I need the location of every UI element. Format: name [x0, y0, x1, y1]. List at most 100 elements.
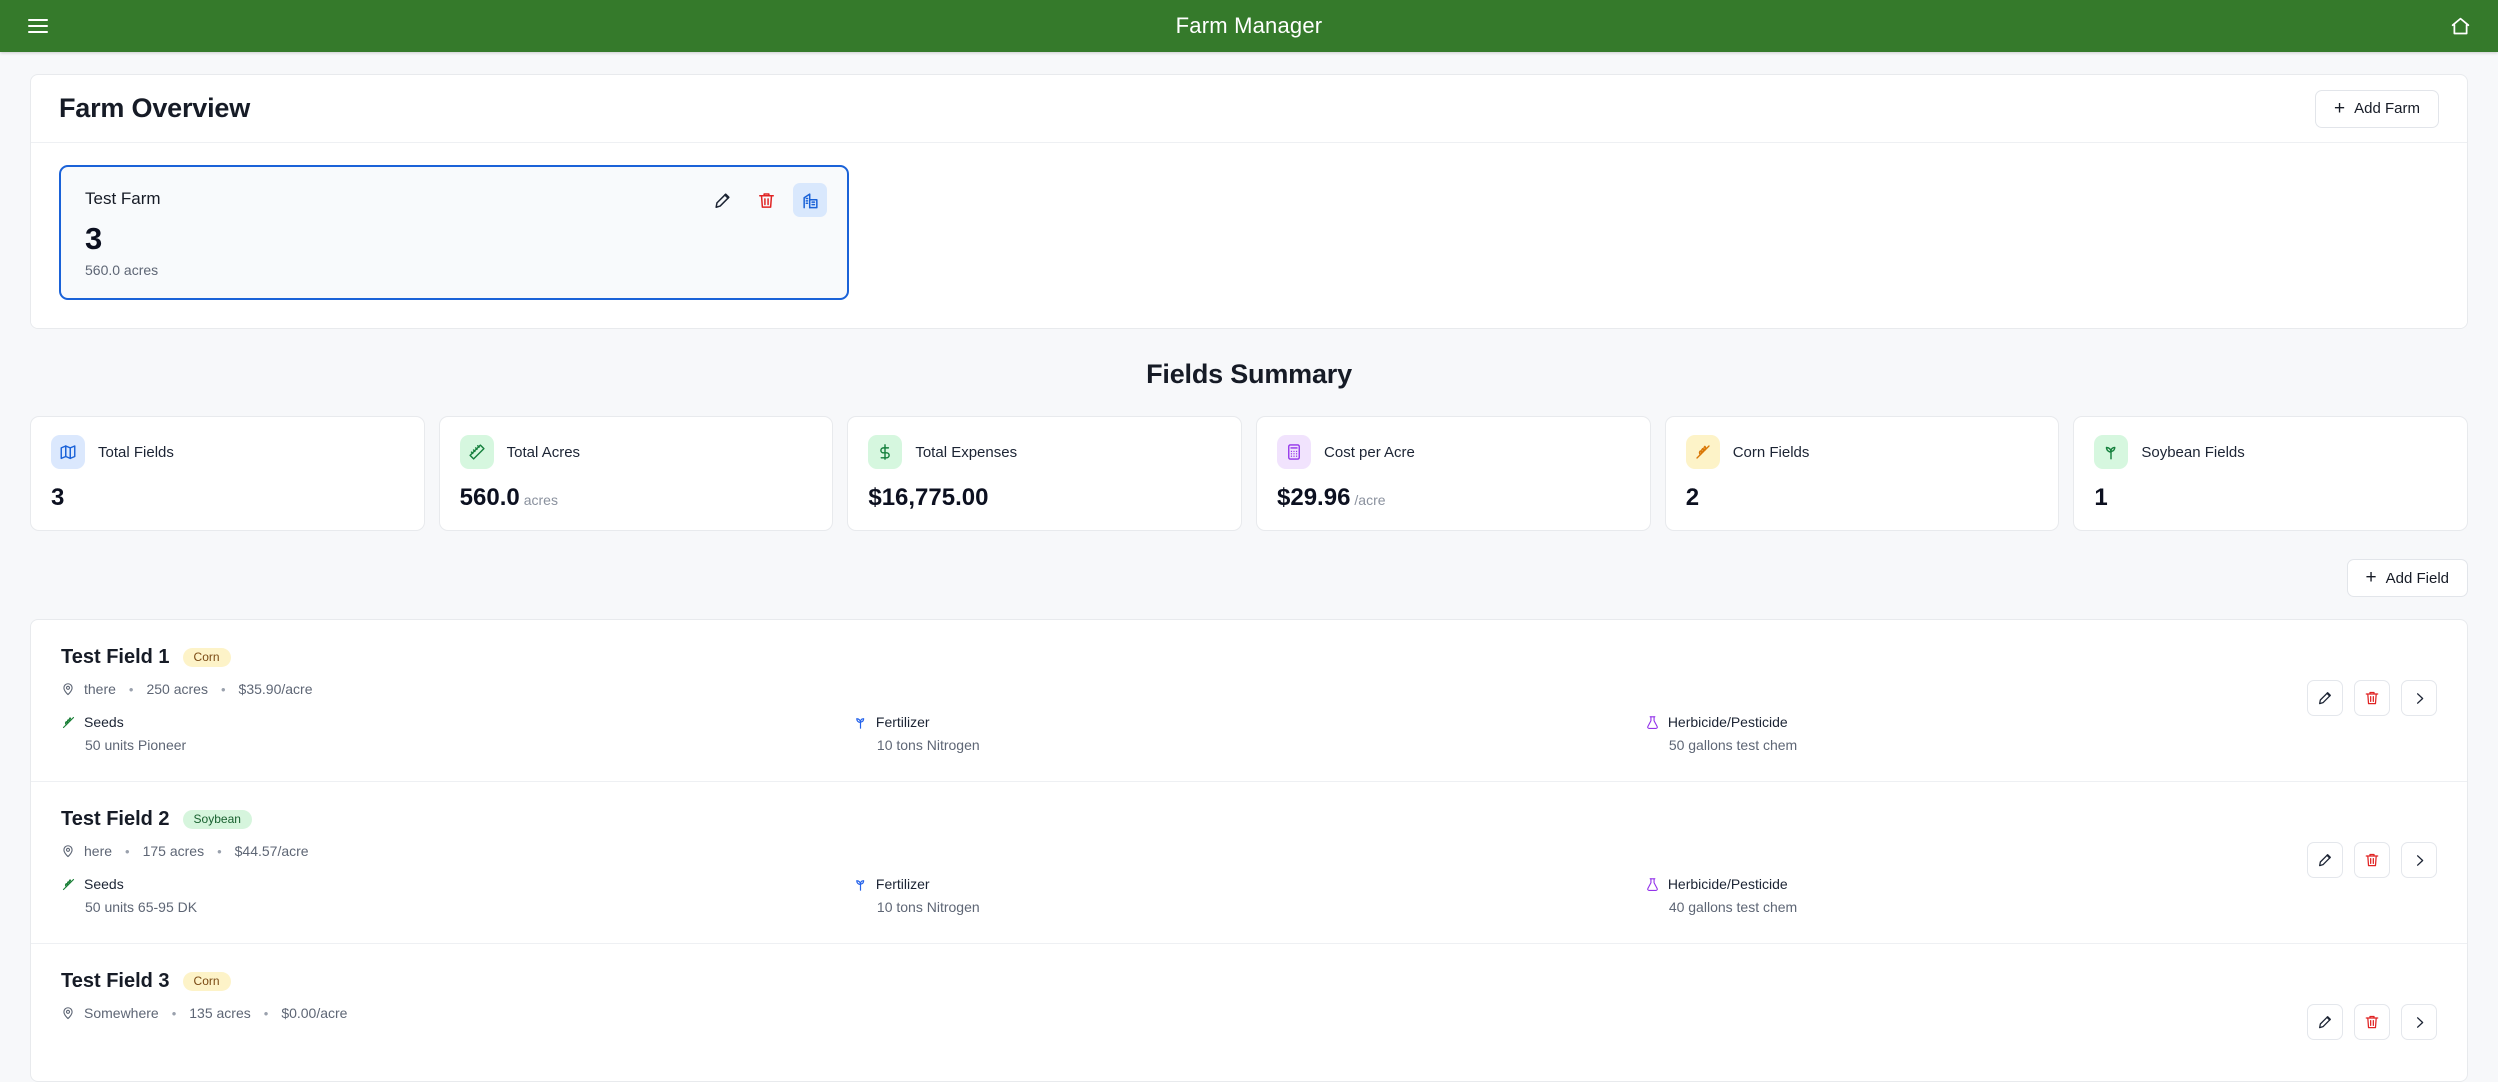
stat-unit: acres: [523, 492, 558, 508]
pencil-icon: [2317, 1014, 2333, 1030]
add-farm-label: Add Farm: [2354, 100, 2420, 117]
stats-row: Total Fields 3 Total Acres 560.0 acres T…: [30, 416, 2469, 532]
input-label: Herbicide/Pesticide: [1667, 876, 1788, 893]
wheat-icon: [1685, 435, 1720, 469]
map-icon: [51, 435, 85, 469]
input-fertilizer: Fertilizer 10 tons Nitrogen: [853, 876, 1645, 915]
delete-field-button[interactable]: [2354, 680, 2390, 717]
separator-dot: •: [128, 681, 134, 697]
input-value: 40 gallons test chem: [1668, 899, 1798, 916]
open-field-button[interactable]: [2401, 680, 2437, 717]
separator-dot: •: [171, 1005, 177, 1021]
flask-icon: [1645, 877, 1660, 892]
farm-list: Test Farm 3 560.0 acres: [31, 143, 2467, 328]
add-field-label: Add Field: [2385, 569, 2449, 587]
field-name: Test Field 1: [61, 646, 170, 669]
location-pin-icon: [61, 682, 75, 696]
pencil-icon: [713, 191, 732, 210]
hamburger-menu-button[interactable]: [18, 6, 58, 46]
trash-icon: [2364, 1014, 2380, 1030]
chevron-right-icon: [2412, 853, 2427, 868]
chevron-right-icon: [2412, 691, 2427, 706]
table-row[interactable]: Test Field 2 Soybean here • 175 acres • …: [31, 782, 2467, 945]
stat-value: 3: [51, 484, 65, 511]
fields-summary-title: Fields Summary: [1146, 359, 1352, 389]
input-label: Herbicide/Pesticide: [1667, 714, 1788, 731]
edit-field-button[interactable]: [2307, 842, 2343, 879]
field-acres: 175 acres: [142, 843, 205, 860]
app-title: Farm Manager: [1175, 13, 1323, 38]
farm-field-count: 3: [85, 221, 103, 256]
home-icon: [2450, 16, 2471, 37]
input-value: 10 tons Nitrogen: [876, 899, 980, 916]
stat-label: Soybean Fields: [2141, 443, 2245, 461]
edit-field-button[interactable]: [2307, 1004, 2343, 1041]
sprout-icon: [853, 877, 868, 892]
home-button[interactable]: [2440, 6, 2480, 46]
crop-badge: Corn: [182, 972, 231, 992]
field-cost: $44.57/acre: [234, 843, 309, 860]
stat-card-total-acres: Total Acres 560.0 acres: [438, 416, 834, 532]
stat-label: Total Acres: [506, 443, 581, 461]
stat-value: $29.96: [1277, 484, 1351, 511]
delete-farm-button[interactable]: [749, 183, 783, 217]
sprout-icon: [2094, 435, 2129, 469]
stat-value: $16,775.00: [868, 484, 989, 511]
row-actions: [2307, 680, 2437, 717]
farm-overview-header: Farm Overview + Add Farm: [31, 75, 2467, 143]
stat-label: Corn Fields: [1732, 443, 1810, 461]
pencil-icon: [2317, 852, 2333, 868]
stat-card-corn-fields: Corn Fields 2: [1664, 416, 2060, 532]
open-field-button[interactable]: [2401, 1004, 2437, 1041]
input-herbicide: Herbicide/Pesticide 40 gallons test chem: [1645, 876, 2437, 915]
open-field-button[interactable]: [2401, 842, 2437, 879]
table-row[interactable]: Test Field 1 Corn there • 250 acres • $3…: [31, 620, 2467, 783]
farm-acres: 560.0 acres: [85, 262, 159, 278]
stat-card-total-fields: Total Fields 3: [30, 416, 425, 532]
trash-icon: [757, 191, 776, 210]
calculator-icon: [1277, 435, 1312, 469]
delete-field-button[interactable]: [2354, 1004, 2390, 1041]
wheat-icon: [61, 715, 76, 730]
input-label: Fertilizer: [875, 714, 930, 731]
view-farm-button[interactable]: [793, 183, 827, 217]
field-cost: $0.00/acre: [281, 1005, 348, 1022]
input-label: Seeds: [84, 714, 124, 731]
pencil-icon: [2317, 690, 2333, 706]
farm-card[interactable]: Test Farm 3 560.0 acres: [59, 165, 849, 300]
add-farm-button[interactable]: + Add Farm: [2315, 89, 2439, 128]
wheat-icon: [61, 877, 76, 892]
trash-icon: [2364, 690, 2380, 706]
trash-icon: [2364, 852, 2380, 868]
input-value: 10 tons Nitrogen: [876, 737, 980, 754]
edit-farm-button[interactable]: [705, 183, 739, 217]
dollar-icon: [868, 435, 903, 469]
delete-field-button[interactable]: [2354, 842, 2390, 879]
stat-card-soybean-fields: Soybean Fields 1: [2073, 416, 2469, 532]
stat-card-cost-per-acre: Cost per Acre $29.96/acre: [1256, 416, 1651, 532]
input-label: Fertilizer: [875, 876, 930, 893]
field-location: Somewhere: [84, 1005, 159, 1022]
separator-dot: •: [220, 681, 226, 697]
stat-value: 1: [2094, 484, 2108, 511]
stat-label: Cost per Acre: [1324, 443, 1415, 461]
separator-dot: •: [125, 843, 130, 859]
plus-icon: +: [2365, 567, 2377, 589]
field-name: Test Field 3: [61, 970, 170, 993]
separator-dot: •: [217, 843, 222, 859]
hamburger-menu-icon: [28, 15, 48, 37]
add-field-button[interactable]: + Add Field: [2346, 559, 2468, 598]
input-seeds: Seeds 50 units 65-95 DK: [61, 876, 853, 915]
fields-list: Test Field 1 Corn there • 250 acres • $3…: [30, 619, 2468, 1082]
edit-field-button[interactable]: [2307, 680, 2343, 717]
add-field-row: + Add Field: [30, 559, 2468, 598]
input-fertilizer: Fertilizer 10 tons Nitrogen: [853, 714, 1645, 753]
stat-value: 560.0: [459, 484, 520, 511]
table-row[interactable]: Test Field 3 Corn Somewhere • 135 acres …: [31, 944, 2467, 1081]
stat-label: Total Expenses: [915, 443, 1018, 461]
flask-icon: [1645, 715, 1660, 730]
app-header: Farm Manager: [0, 0, 2498, 52]
location-pin-icon: [61, 1006, 75, 1020]
stat-label: Total Fields: [98, 443, 174, 461]
input-label: Seeds: [84, 876, 124, 893]
